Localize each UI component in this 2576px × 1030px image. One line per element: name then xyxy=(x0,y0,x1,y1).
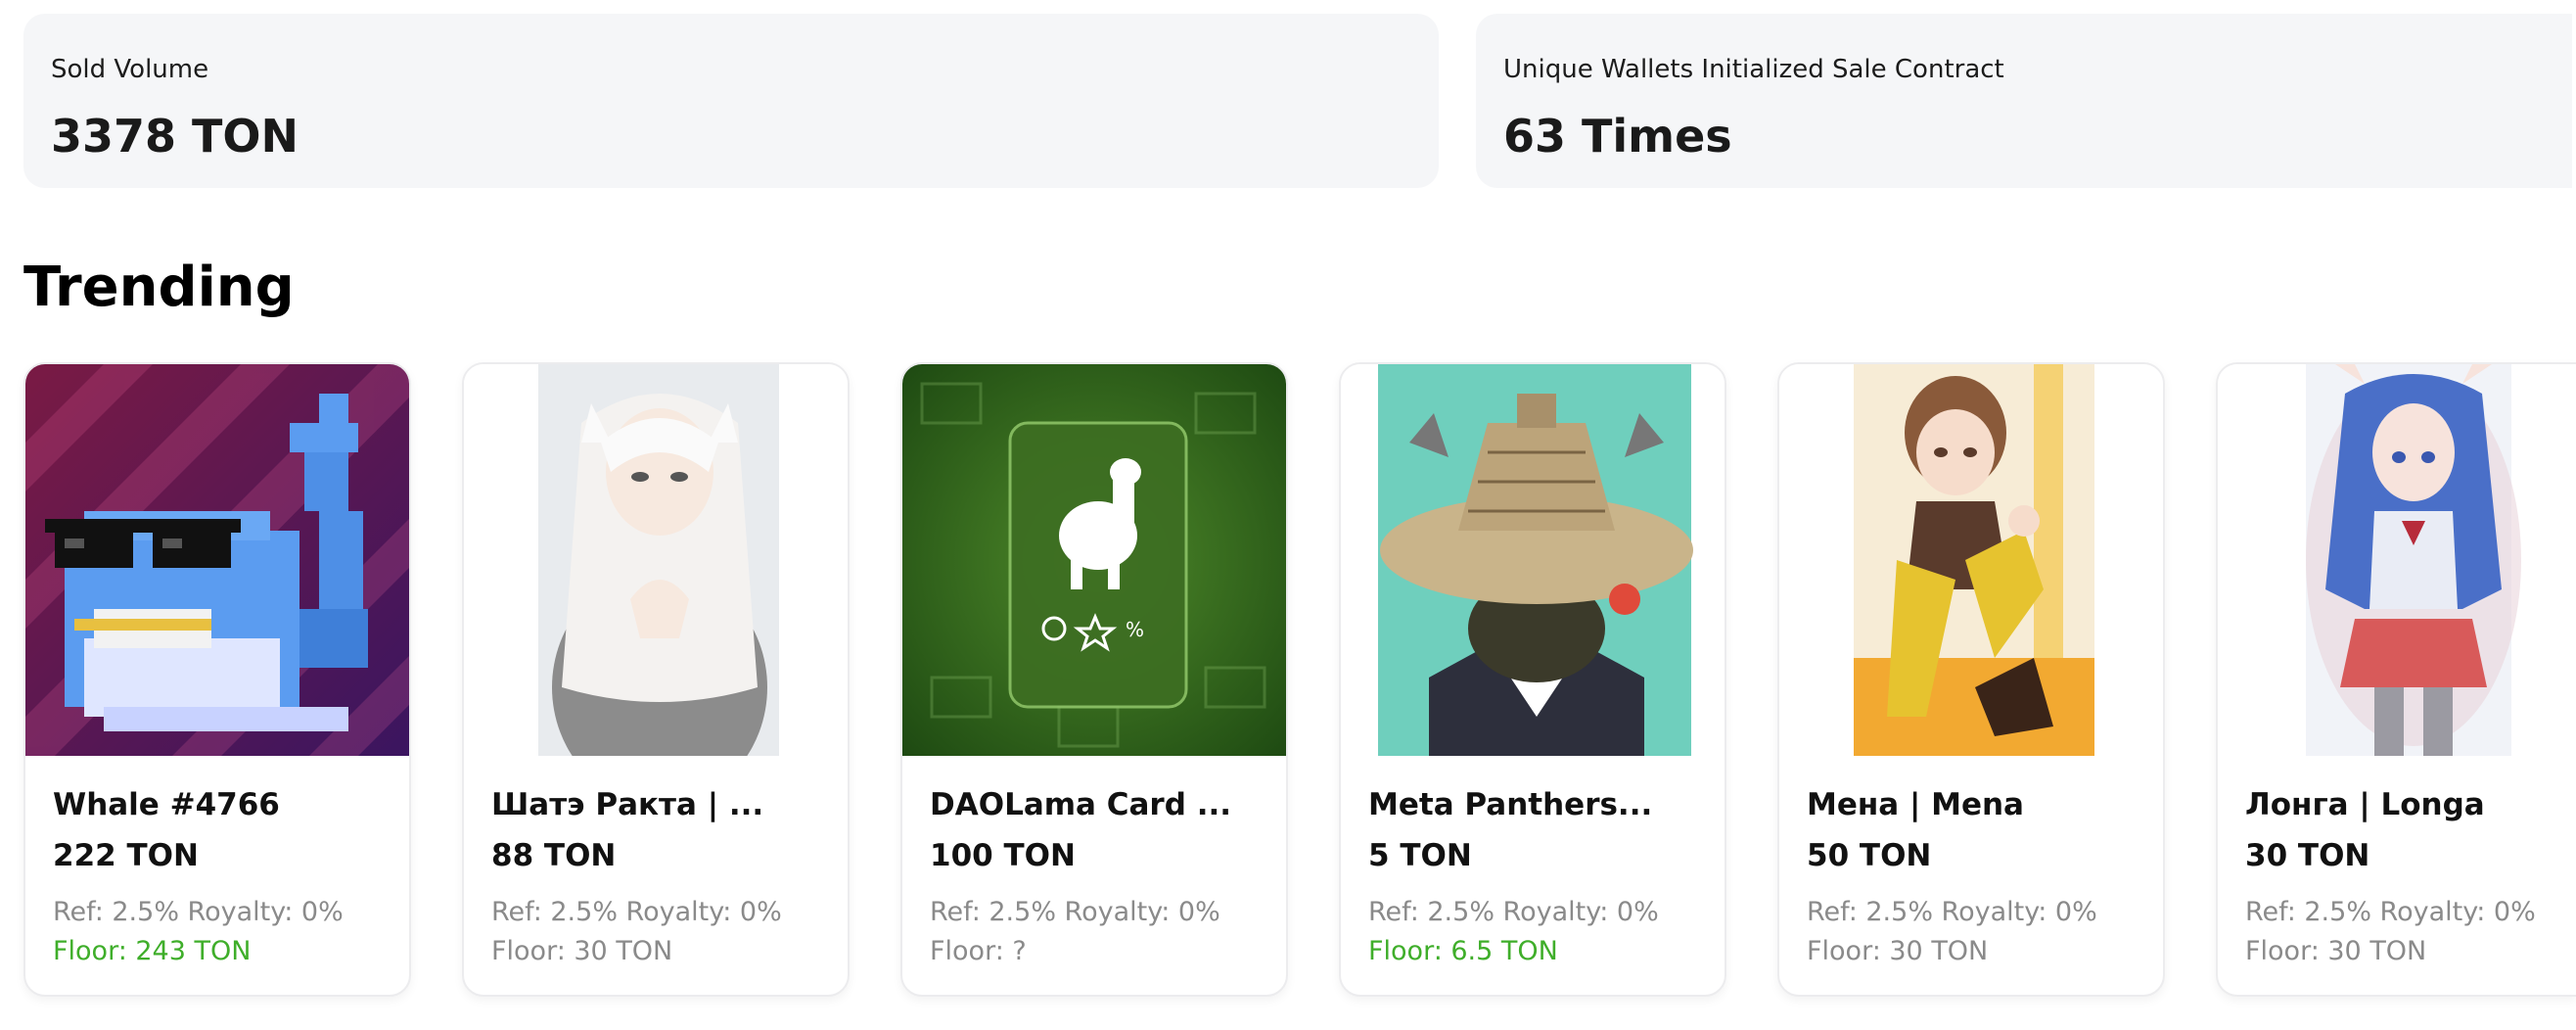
nft-card-fees: Ref: 2.5% Royalty: 0% xyxy=(2245,897,2536,927)
unique-wallets-label: Unique Wallets Initialized Sale Contract xyxy=(1503,55,2004,84)
nft-card-name[interactable]: Мена | Mena xyxy=(1807,787,2024,822)
nft-image-mena[interactable] xyxy=(1779,364,2163,756)
nft-card-name[interactable]: Whale #4766 xyxy=(53,787,280,822)
nft-card-meta-panthers[interactable]: Meta Panthers... 5 TON Ref: 2.5% Royalty… xyxy=(1339,362,1726,997)
nft-card-floor: Floor: 30 TON xyxy=(491,936,673,966)
nft-card-mena[interactable]: Мена | Mena 50 TON Ref: 2.5% Royalty: 0%… xyxy=(1777,362,2165,997)
nft-card-floor: Floor: 243 TON xyxy=(53,936,252,966)
nft-card-name[interactable]: Лонга | Longa xyxy=(2245,787,2485,822)
sold-volume-card: Sold Volume 3378 TON xyxy=(23,14,1439,188)
unique-wallets-card: Unique Wallets Initialized Sale Contract… xyxy=(1476,14,2572,188)
nft-image-meta-panthers[interactable] xyxy=(1341,364,1725,756)
nft-card-fees: Ref: 2.5% Royalty: 0% xyxy=(1807,897,2097,927)
nft-card-whale[interactable]: Whale #4766 222 TON Ref: 2.5% Royalty: 0… xyxy=(23,362,411,997)
nft-card-floor: Floor: 30 TON xyxy=(1807,936,1989,966)
nft-image-daolama[interactable]: % xyxy=(902,364,1286,756)
section-title-trending: Trending xyxy=(23,256,295,319)
nft-card-shate-rakta[interactable]: Шатэ Ракта | ... 88 TON Ref: 2.5% Royalt… xyxy=(462,362,850,997)
nft-card-fees: Ref: 2.5% Royalty: 0% xyxy=(491,897,782,927)
nft-image-longa[interactable] xyxy=(2218,364,2576,756)
nft-card-floor: Floor: ? xyxy=(930,936,1027,966)
svg-text:%: % xyxy=(1126,618,1144,641)
sold-volume-label: Sold Volume xyxy=(51,55,209,84)
nft-card-floor: Floor: 6.5 TON xyxy=(1368,936,1558,966)
unique-wallets-value: 63 Times xyxy=(1503,110,1732,163)
nft-card-price: 100 TON xyxy=(930,838,1076,873)
nft-image-whale[interactable] xyxy=(25,364,409,756)
nft-card-name[interactable]: Meta Panthers... xyxy=(1368,787,1652,822)
nft-card-fees: Ref: 2.5% Royalty: 0% xyxy=(53,897,344,927)
nft-card-name[interactable]: DAOLama Card ... xyxy=(930,787,1231,822)
nft-card-price: 50 TON xyxy=(1807,838,1932,873)
nft-card-daolama[interactable]: % DAOLama Card ... 100 TON Ref: 2.5% Roy… xyxy=(900,362,1288,997)
nft-card-price: 30 TON xyxy=(2245,838,2370,873)
page: Sold Volume 3378 TON Unique Wallets Init… xyxy=(0,0,2576,1030)
nft-card-price: 222 TON xyxy=(53,838,199,873)
nft-image-shate-rakta[interactable] xyxy=(464,364,848,756)
sold-volume-value: 3378 TON xyxy=(51,110,299,163)
nft-card-floor: Floor: 30 TON xyxy=(2245,936,2427,966)
nft-card-fees: Ref: 2.5% Royalty: 0% xyxy=(1368,897,1659,927)
nft-card-fees: Ref: 2.5% Royalty: 0% xyxy=(930,897,1220,927)
nft-card-price: 88 TON xyxy=(491,838,617,873)
nft-card-longa[interactable]: Лонга | Longa 30 TON Ref: 2.5% Royalty: … xyxy=(2216,362,2576,997)
nft-card-price: 5 TON xyxy=(1368,838,1472,873)
nft-card-name[interactable]: Шатэ Ракта | ... xyxy=(491,787,763,822)
